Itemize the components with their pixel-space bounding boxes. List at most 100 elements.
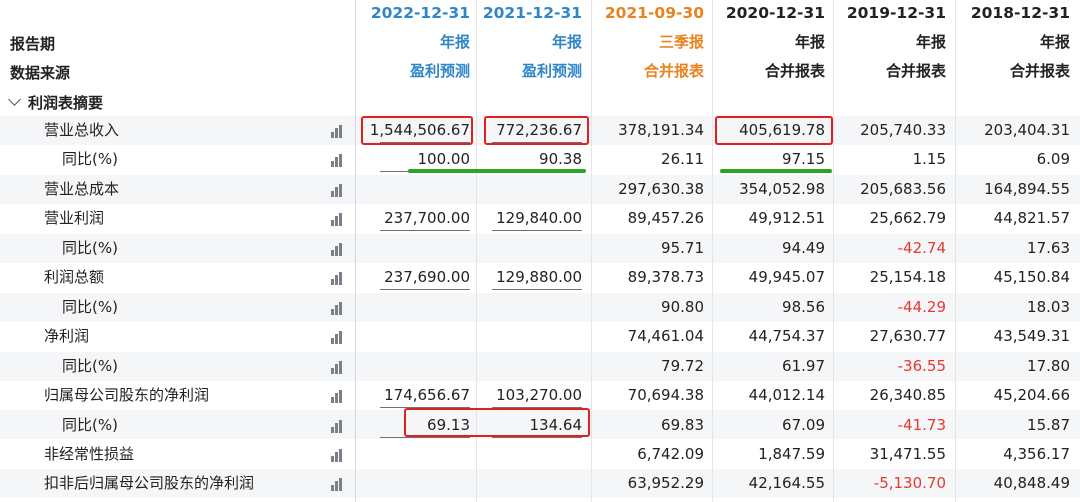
section-title[interactable]: 利润表摘要 [28,92,103,113]
table-cell: 98.56 [782,297,825,316]
row-label: 净利润 [44,327,90,346]
table-row[interactable]: 归属母公司股东的净利润 174,656.67 103,270.00 70,694.38… [0,381,1080,410]
table-cell: 26,340.85 [869,386,946,405]
column-report-type: 年报 [1039,33,1070,51]
table-cell: 42,164.55 [748,474,825,493]
table-cell: -5,130.70 [873,474,946,493]
table-cell: 4,356.17 [1003,444,1070,463]
table-row[interactable]: 同比(%) 90.80 98.56 -44.29 18.03 [0,293,1080,322]
bar-chart-icon[interactable] [331,419,345,433]
column-date[interactable]: 2018-12-31 [958,0,1070,26]
table-row[interactable]: 营业利润 237,700.00 129,840.00 89,457.26 49,912.… [0,204,1080,233]
table-cell [472,175,582,204]
column-report-type: 年报 [551,33,582,51]
table-cell [355,322,470,351]
table-cell: 44,012.14 [748,386,825,405]
table-cell: 174,656.67 [384,386,470,405]
column-date[interactable]: 2020-12-31 [713,0,825,26]
table-cell: 6.09 [1036,150,1070,169]
table-cell: 203,404.31 [984,121,1070,139]
table-cell: 31,471.55 [869,444,946,463]
bar-chart-icon[interactable] [331,212,345,227]
bar-chart-icon[interactable] [331,301,345,315]
bar-chart-icon[interactable] [331,360,345,374]
table-cell: 45,204.66 [993,386,1070,405]
table-row[interactable]: 同比(%) 95.71 94.49 -42.74 17.63 [0,234,1080,263]
row-label: 同比(%) [62,356,118,375]
value-underline [380,289,470,291]
row-label: 同比(%) [62,415,118,434]
table-cell: -44.29 [897,297,946,316]
row-label: 营业总收入 [44,121,120,139]
table-row[interactable]: 利润总额 237,690.00 129,880.00 89,378.73 49,945.… [0,263,1080,292]
column-date[interactable]: 2021-09-30 [592,0,704,26]
row-label: 扣非后归属母公司股东的净利润 [44,474,255,493]
column-report-type: 年报 [439,33,470,51]
table-cell: 297,630.38 [618,179,704,198]
table-cell: 95.71 [661,238,704,257]
table-cell [355,469,470,498]
table-cell: 44,821.57 [993,209,1070,228]
table-cell: 89,457.26 [627,209,704,228]
row-label: 归属母公司股东的净利润 [44,386,210,405]
value-underline [380,230,470,232]
table-cell: 61.97 [782,356,825,375]
table-cell: 15.87 [1027,415,1070,434]
table-row[interactable]: 扣非后归属母公司股东的净利润 63,952.29 42,164.55 -5,130.7… [0,469,1080,498]
table-cell: 90.80 [661,297,704,316]
bar-chart-icon[interactable] [331,330,345,345]
highlight-underline [720,169,832,173]
column-data-source: 合并报表 [885,62,946,80]
table-cell [472,469,582,498]
column-report-type: 三季报 [658,33,704,51]
column-data-source: 合并报表 [764,62,825,80]
row-label: 非经常性损益 [44,444,135,463]
bar-chart-icon[interactable] [331,183,345,197]
bar-chart-icon[interactable] [331,477,345,492]
bar-chart-icon[interactable] [331,153,345,168]
bar-chart-icon[interactable] [331,124,345,138]
row-label: 同比(%) [62,238,118,257]
table-cell: 18.03 [1027,297,1070,316]
table-cell: 79.72 [661,356,704,375]
table-cell: -36.55 [897,356,946,375]
table-cell [472,322,582,351]
table-cell: 17.63 [1027,238,1070,257]
table-cell: 89,378.73 [627,268,704,287]
table-cell [472,440,582,469]
bar-chart-icon[interactable] [331,389,345,404]
table-cell: 44,754.37 [748,327,825,346]
table-row[interactable]: 净利润 74,461.04 44,754.37 27,630.77 43,549.31 [0,322,1080,351]
column-data-source: 盈利预测 [521,62,582,80]
column-data-source: 合并报表 [643,62,704,80]
bar-chart-icon[interactable] [331,242,345,256]
row-label: 营业总成本 [44,179,120,198]
table-cell: 354,052.98 [739,179,825,198]
table-cell: 70,694.38 [627,386,704,405]
chevron-down-icon[interactable] [8,93,21,106]
column-date[interactable]: 2021-12-31 [472,0,582,26]
row-label: 利润总额 [44,268,105,287]
table-cell: 103,270.00 [496,386,582,405]
bar-chart-icon[interactable] [331,271,345,286]
table-row[interactable]: 营业总成本 297,630.38 354,052.98 205,683.56 164,8… [0,175,1080,204]
table-cell: 45,150.84 [993,268,1070,287]
row-label: 同比(%) [62,297,118,316]
data-source-label: 数据来源 [10,64,71,82]
table-cell: 26.11 [661,150,704,169]
column-date[interactable]: 2022-12-31 [355,0,470,26]
table-cell: 1,847.59 [758,444,825,463]
table-cell: 129,880.00 [496,268,582,287]
table-row[interactable]: 同比(%) 79.72 61.97 -36.55 17.80 [0,352,1080,381]
table-cell [355,234,470,263]
table-cell: 17.80 [1027,356,1070,375]
table-cell: 67.09 [782,415,825,434]
highlight-box [404,408,590,437]
column-data-source: 合并报表 [1009,62,1070,80]
table-cell: 1.15 [912,150,946,169]
column-date[interactable]: 2019-12-31 [834,0,946,26]
bar-chart-icon[interactable] [331,448,345,462]
column-data-source: 盈利预测 [409,62,470,80]
table-row[interactable]: 非经常性损益 6,742.09 1,847.59 31,471.55 4,356.17 [0,440,1080,469]
highlight-underline [408,169,586,173]
